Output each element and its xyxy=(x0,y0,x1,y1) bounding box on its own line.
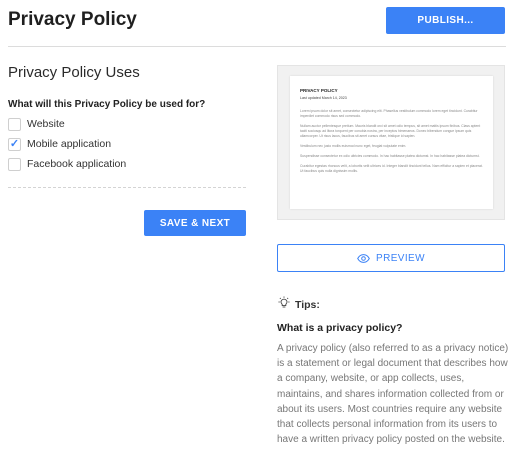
document-paragraph: Vestibulum nec justo mollis euismod nunc… xyxy=(300,144,407,148)
document-paragraph: Nullam auctor pellentesque pretium. Maur… xyxy=(300,124,481,138)
usage-question: What will this Privacy Policy be used fo… xyxy=(8,99,206,110)
save-next-button[interactable]: SAVE & NEXT xyxy=(144,210,246,236)
eye-icon xyxy=(357,253,370,263)
document-paragraph: Suspendisse consectetur ex odio ultricie… xyxy=(300,154,480,158)
option-website[interactable]: Website xyxy=(8,117,65,131)
option-label: Website xyxy=(27,118,65,130)
tips-label: Tips: xyxy=(295,298,320,311)
tip-body-text: A privacy policy (also referred to as a … xyxy=(277,343,509,446)
website-checkbox[interactable] xyxy=(8,117,21,131)
document-date: Last updated March 14, 2023 xyxy=(300,96,347,100)
mobile-application-checkbox[interactable]: ✓ xyxy=(8,137,21,151)
document-preview-thumbnail: PRIVACY POLICY Last updated March 14, 20… xyxy=(277,65,505,220)
document-title: PRIVACY POLICY xyxy=(300,88,338,93)
option-label: Facebook application xyxy=(27,158,127,170)
document-paragraph: Lorem ipsum dolor sit amet, consectetur … xyxy=(300,109,478,118)
document-page: PRIVACY POLICY Last updated March 14, 20… xyxy=(290,76,493,209)
document-paragraph: Curabitur egestas rhoncus velit, a lobor… xyxy=(300,164,483,173)
header-divider xyxy=(8,46,506,47)
preview-button-label: PREVIEW xyxy=(376,252,425,264)
form-divider xyxy=(8,187,246,188)
preview-button[interactable]: PREVIEW xyxy=(277,244,505,272)
lightbulb-icon xyxy=(277,296,291,313)
page-title: Privacy Policy xyxy=(8,9,137,30)
tips-header: Tips: xyxy=(277,296,320,313)
checkmark-icon: ✓ xyxy=(9,137,20,150)
option-label: Mobile application xyxy=(27,138,112,150)
publish-button[interactable]: PUBLISH... xyxy=(386,7,505,34)
option-mobile-application[interactable]: ✓ Mobile application xyxy=(8,137,111,151)
facebook-application-checkbox[interactable] xyxy=(8,157,21,171)
option-facebook-application[interactable]: Facebook application xyxy=(8,157,126,171)
section-title: Privacy Policy Uses xyxy=(8,64,140,81)
tip-question: What is a privacy policy? xyxy=(277,322,403,334)
